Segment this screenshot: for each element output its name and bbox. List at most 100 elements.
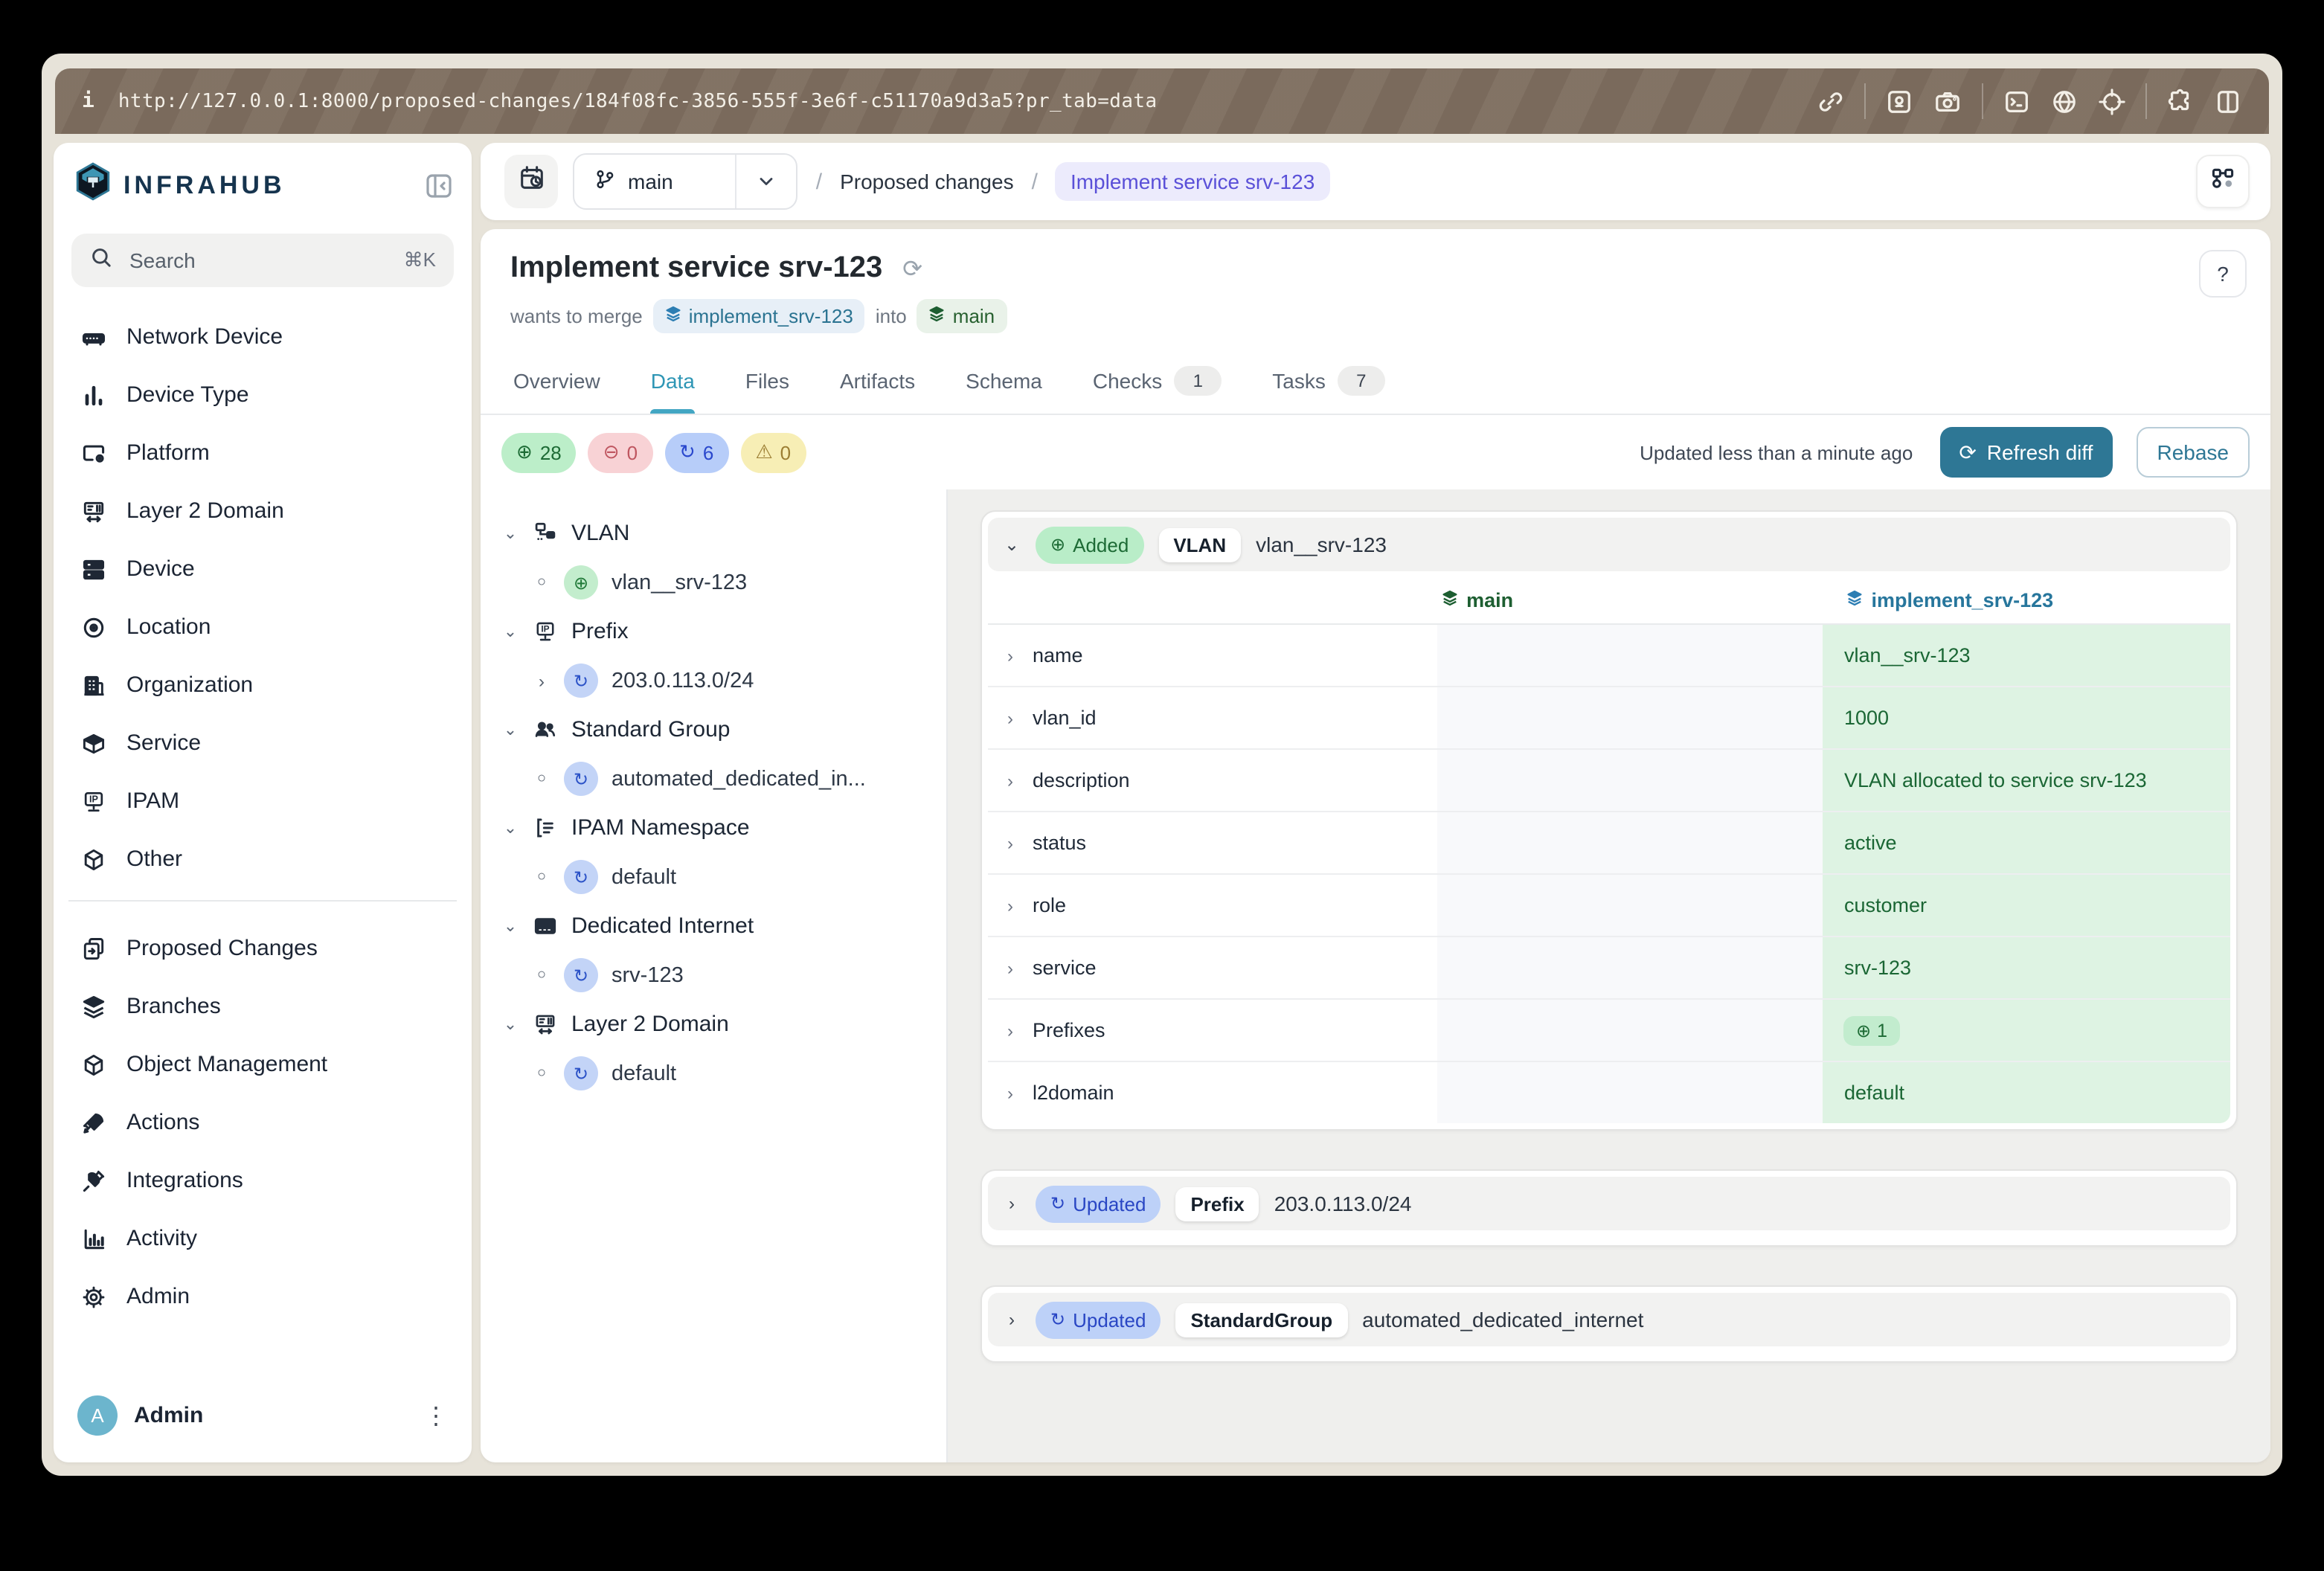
tree-item-vlan-srv-123[interactable]: ○ ⊕ vlan__srv-123: [501, 558, 934, 607]
updated-count-pill: ↻6: [664, 432, 728, 472]
sidebar-item-platform[interactable]: Platform: [65, 424, 460, 482]
added-count-mini-pill: ⊕1: [1844, 1015, 1899, 1045]
tree-section-prefix[interactable]: ⌄ IP Prefix: [501, 607, 934, 656]
page-title: Implement service srv-123: [510, 251, 882, 284]
chevron-down-icon[interactable]: ⌄: [1003, 534, 1021, 555]
chevron-down-icon[interactable]: [736, 155, 797, 208]
tree-section-label: Layer 2 Domain: [571, 1012, 729, 1037]
diff-row-vlan-id[interactable]: ›vlan_id 1000: [988, 687, 2230, 750]
diff-row-description[interactable]: ›description VLAN allocated to service s…: [988, 750, 2230, 812]
sidebar-item-ipam[interactable]: IP IPAM: [65, 772, 460, 830]
diff-card-header[interactable]: ⌄ ⊕Added VLAN vlan__srv-123: [988, 518, 2230, 571]
tab-schema[interactable]: Schema: [966, 348, 1042, 414]
sidebar-item-actions[interactable]: Actions: [65, 1093, 460, 1151]
split-view-icon[interactable]: [2214, 87, 2242, 115]
chevron-right-icon: ›: [1003, 895, 1018, 916]
infrahub-logo-icon[interactable]: [74, 162, 112, 210]
nav-label: Admin: [126, 1284, 190, 1309]
refresh-diff-button[interactable]: ⟳Refresh diff: [1939, 427, 2112, 478]
object-type-pill: StandardGroup: [1175, 1302, 1347, 1337]
terminal-icon[interactable]: [2003, 87, 2031, 115]
diff-row-prefixes[interactable]: ›Prefixes ⊕1: [988, 1000, 2230, 1062]
tree-section-label: IPAM Namespace: [571, 815, 750, 841]
sidebar-collapse-icon[interactable]: [424, 171, 454, 201]
topology-icon: [2209, 164, 2236, 199]
schema-visualizer-button[interactable]: [2196, 155, 2250, 208]
tree-section-layer-2-domain[interactable]: ⌄ Layer 2 Domain: [501, 1000, 934, 1049]
tree-item-namespace-default[interactable]: ○ ↻ default: [501, 852, 934, 902]
sidebar-item-layer-2-domain[interactable]: Layer 2 Domain: [65, 482, 460, 540]
chevron-right-icon: ›: [1003, 832, 1018, 853]
help-button[interactable]: ?: [2199, 250, 2247, 298]
kebab-menu-icon[interactable]: ⋮: [424, 1401, 448, 1430]
diff-row-service[interactable]: ›service srv-123: [988, 937, 2230, 1000]
frame-icon: [533, 913, 558, 939]
tree-item-label: default: [612, 865, 676, 889]
sidebar-item-organization[interactable]: Organization: [65, 656, 460, 714]
rebase-button[interactable]: Rebase: [2136, 427, 2250, 478]
image-icon[interactable]: [1885, 87, 1913, 115]
compare-branch-column-header[interactable]: implement_srv-123: [1826, 588, 2230, 611]
sidebar-item-admin[interactable]: Admin: [65, 1268, 460, 1326]
added-state-pill: ⊕Added: [1036, 526, 1143, 563]
sidebar-item-proposed-changes[interactable]: Proposed Changes: [65, 919, 460, 977]
tab-files[interactable]: Files: [745, 348, 789, 414]
branch-selector[interactable]: main: [573, 153, 798, 210]
tree-section-ipam-namespace[interactable]: ⌄ IPAM Namespace: [501, 803, 934, 852]
tree-item-automated-dedicated[interactable]: ○ ↻ automated_dedicated_in...: [501, 754, 934, 803]
puzzle-icon[interactable]: [2166, 87, 2195, 115]
breadcrumb-current[interactable]: Implement service srv-123: [1056, 162, 1329, 201]
tree-section-dedicated-internet[interactable]: ⌄ Dedicated Internet: [501, 902, 934, 951]
sidebar-item-integrations[interactable]: Integrations: [65, 1151, 460, 1209]
search-input-wrap[interactable]: ⌘K: [71, 234, 454, 287]
sidebar-item-device-type[interactable]: Device Type: [65, 366, 460, 424]
search-input[interactable]: [126, 247, 391, 274]
sidebar-item-service[interactable]: Service: [65, 714, 460, 772]
sidebar-item-network-device[interactable]: Network Device: [65, 308, 460, 366]
user-menu[interactable]: A Admin ⋮: [54, 1381, 472, 1462]
refresh-icon[interactable]: ⟳: [902, 257, 922, 283]
chevron-right-icon: ›: [1003, 707, 1018, 728]
camera-icon[interactable]: [1933, 87, 1962, 115]
tree-item-l2-default[interactable]: ○ ↻ default: [501, 1049, 934, 1098]
tab-data[interactable]: Data: [651, 348, 695, 414]
tab-checks[interactable]: Checks1: [1093, 348, 1222, 414]
tree-section-standard-group[interactable]: ⌄ Standard Group: [501, 705, 934, 754]
globe-icon[interactable]: [2050, 87, 2079, 115]
compare-value-cell: 1000: [1823, 687, 2230, 748]
sidebar-item-activity[interactable]: Activity: [65, 1209, 460, 1268]
tree-item-srv-123[interactable]: ○ ↻ srv-123: [501, 951, 934, 1000]
diff-row-l2domain[interactable]: ›l2domain default: [988, 1062, 2230, 1123]
diff-card-header[interactable]: › ↻Updated StandardGroup automated_dedic…: [988, 1293, 2230, 1346]
cube-icon: [80, 1051, 107, 1078]
base-value-cell: [1437, 750, 1823, 811]
url-text[interactable]: http://127.0.0.1:8000/proposed-changes/1…: [118, 90, 1787, 112]
nav-label: Device: [126, 556, 195, 582]
sidebar-item-device[interactable]: Device: [65, 540, 460, 598]
dot-bullet-icon: ○: [533, 967, 550, 983]
time-travel-button[interactable]: [504, 155, 558, 208]
diff-row-role[interactable]: ›role customer: [988, 875, 2230, 937]
link-icon[interactable]: [1817, 87, 1845, 115]
breadcrumb-proposed-changes[interactable]: Proposed changes: [840, 170, 1014, 193]
tree-item-label: vlan__srv-123: [612, 571, 747, 594]
sidebar-item-location[interactable]: Location: [65, 598, 460, 656]
source-branch-badge[interactable]: implement_srv-123: [653, 299, 865, 333]
tab-overview[interactable]: Overview: [513, 348, 600, 414]
chevron-right-icon[interactable]: ›: [1003, 1309, 1021, 1330]
breadcrumb-separator: /: [1032, 169, 1038, 194]
tree-section-vlan[interactable]: ⌄ VLAN: [501, 509, 934, 558]
diff-row-status[interactable]: ›status active: [988, 812, 2230, 875]
tree-item-prefix-203[interactable]: › ↻ 203.0.113.0/24: [501, 656, 934, 705]
tab-artifacts[interactable]: Artifacts: [840, 348, 915, 414]
chevron-down-icon: ⌄: [501, 720, 519, 739]
sidebar-item-object-management[interactable]: Object Management: [65, 1035, 460, 1093]
diff-row-name[interactable]: ›name vlan__srv-123: [988, 625, 2230, 687]
diff-card-header[interactable]: › ↻Updated Prefix 203.0.113.0/24: [988, 1177, 2230, 1230]
tab-tasks[interactable]: Tasks7: [1272, 348, 1385, 414]
crosshair-icon[interactable]: [2098, 87, 2126, 115]
chevron-right-icon[interactable]: ›: [1003, 1193, 1021, 1214]
sidebar-item-other[interactable]: Other: [65, 830, 460, 888]
sidebar-item-branches[interactable]: Branches: [65, 977, 460, 1035]
target-branch-badge[interactable]: main: [917, 299, 1007, 333]
